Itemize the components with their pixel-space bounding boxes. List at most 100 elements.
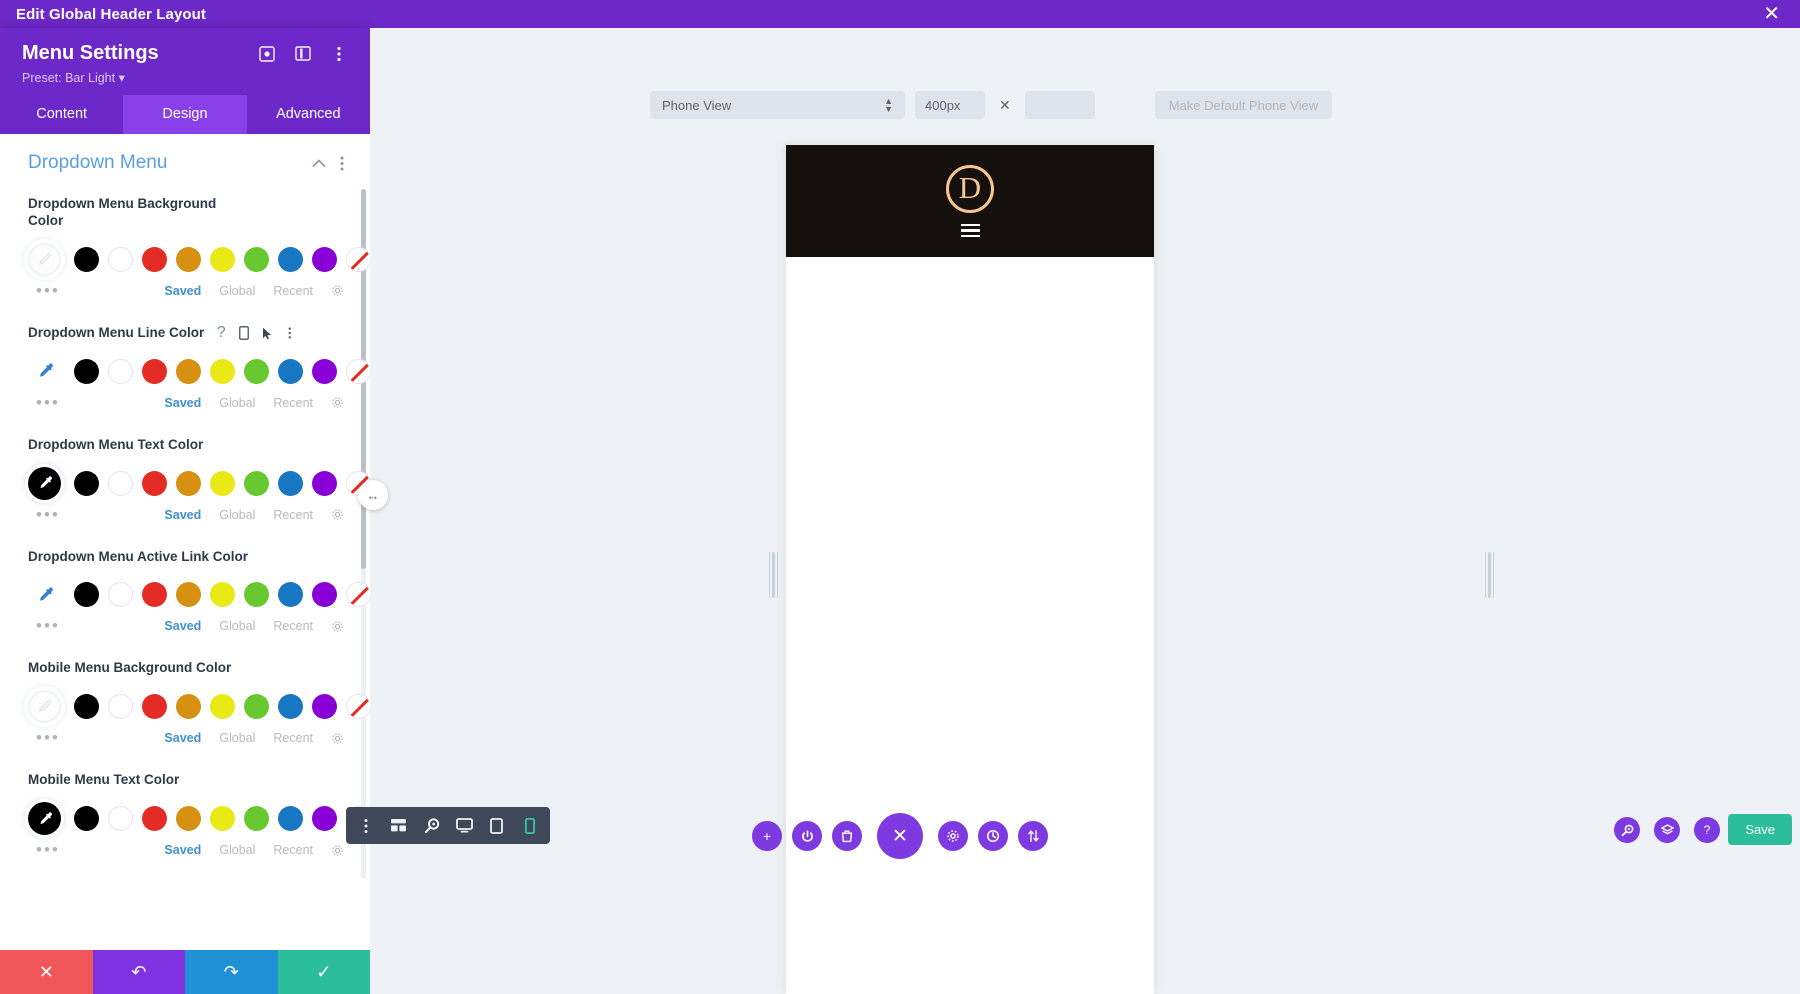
tablet-icon[interactable] bbox=[484, 813, 510, 839]
gear-icon[interactable] bbox=[331, 732, 344, 745]
swatch-green[interactable] bbox=[244, 359, 269, 384]
color-picker-button[interactable] bbox=[28, 243, 61, 276]
ellipsis-icon[interactable]: ••• bbox=[28, 398, 60, 408]
swatch-purple[interactable] bbox=[312, 247, 337, 272]
swatch-green[interactable] bbox=[244, 582, 269, 607]
swatch-red[interactable] bbox=[142, 582, 167, 607]
swatch-white[interactable] bbox=[108, 582, 133, 607]
swatch-yellow[interactable] bbox=[210, 359, 235, 384]
recent-link[interactable]: Recent bbox=[273, 508, 313, 522]
cursor-icon[interactable] bbox=[260, 326, 274, 341]
gear-icon[interactable] bbox=[331, 396, 344, 409]
close-icon[interactable]: ✕ bbox=[1763, 4, 1784, 24]
swatch-white[interactable] bbox=[108, 806, 133, 831]
saved-link[interactable]: Saved bbox=[164, 396, 201, 410]
help-icon[interactable]: ? bbox=[1694, 817, 1720, 843]
swatch-none[interactable] bbox=[346, 247, 370, 272]
swatch-black[interactable] bbox=[74, 359, 99, 384]
swatch-yellow[interactable] bbox=[210, 694, 235, 719]
viewport-drag-handle-left[interactable] bbox=[772, 552, 775, 598]
trash-icon[interactable] bbox=[832, 821, 862, 851]
ellipsis-icon[interactable]: ••• bbox=[28, 286, 60, 296]
viewport-drag-handle-right[interactable] bbox=[1488, 552, 1491, 598]
swatch-blue[interactable] bbox=[278, 359, 303, 384]
viewport-mode-select[interactable]: Phone View ▲▼ bbox=[650, 91, 905, 119]
swatch-black[interactable] bbox=[74, 806, 99, 831]
swatch-blue[interactable] bbox=[278, 247, 303, 272]
preset-selector[interactable]: Preset: Bar Light ▾ bbox=[22, 70, 348, 85]
swatch-white[interactable] bbox=[108, 471, 133, 496]
global-link[interactable]: Global bbox=[219, 396, 255, 410]
tab-design[interactable]: Design bbox=[123, 95, 246, 134]
wireframe-icon[interactable] bbox=[386, 813, 412, 839]
cancel-button[interactable]: ✕ bbox=[0, 950, 93, 994]
swatch-red[interactable] bbox=[142, 694, 167, 719]
global-link[interactable]: Global bbox=[219, 731, 255, 745]
global-link[interactable]: Global bbox=[219, 284, 255, 298]
saved-link[interactable]: Saved bbox=[164, 843, 201, 857]
swatch-none[interactable] bbox=[346, 694, 370, 719]
color-picker-button[interactable] bbox=[28, 802, 61, 835]
layout-columns-icon[interactable] bbox=[294, 45, 312, 63]
gear-icon[interactable] bbox=[331, 844, 344, 857]
swatch-green[interactable] bbox=[244, 471, 269, 496]
redo-button[interactable]: ↷ bbox=[185, 950, 278, 994]
color-picker-button[interactable] bbox=[28, 690, 61, 723]
swatch-blue[interactable] bbox=[278, 582, 303, 607]
saved-link[interactable]: Saved bbox=[164, 284, 201, 298]
swatch-red[interactable] bbox=[142, 247, 167, 272]
make-default-phone-view-button[interactable]: Make Default Phone View bbox=[1155, 91, 1332, 119]
swatch-black[interactable] bbox=[74, 694, 99, 719]
viewport-width-input[interactable]: 400px bbox=[915, 91, 985, 119]
search-icon[interactable] bbox=[1614, 817, 1640, 843]
swatch-purple[interactable] bbox=[312, 806, 337, 831]
global-link[interactable]: Global bbox=[219, 619, 255, 633]
undo-button[interactable]: ↶ bbox=[93, 950, 186, 994]
more-vertical-icon[interactable] bbox=[283, 326, 297, 341]
zoom-icon[interactable] bbox=[419, 813, 445, 839]
hamburger-icon[interactable] bbox=[961, 224, 980, 238]
global-link[interactable]: Global bbox=[219, 508, 255, 522]
phone-icon[interactable] bbox=[517, 813, 543, 839]
swatch-purple[interactable] bbox=[312, 471, 337, 496]
gear-icon[interactable] bbox=[331, 508, 344, 521]
swatch-purple[interactable] bbox=[312, 694, 337, 719]
swatch-yellow[interactable] bbox=[210, 471, 235, 496]
swatch-red[interactable] bbox=[142, 806, 167, 831]
global-link[interactable]: Global bbox=[219, 843, 255, 857]
ellipsis-icon[interactable]: ••• bbox=[28, 845, 60, 855]
swatch-orange[interactable] bbox=[176, 471, 201, 496]
more-vertical-icon[interactable] bbox=[340, 156, 344, 171]
swatch-green[interactable] bbox=[244, 806, 269, 831]
swatch-black[interactable] bbox=[74, 247, 99, 272]
power-icon[interactable] bbox=[792, 821, 822, 851]
swatch-black[interactable] bbox=[74, 471, 99, 496]
more-vertical-icon[interactable] bbox=[353, 813, 379, 839]
recent-link[interactable]: Recent bbox=[273, 843, 313, 857]
swatch-none[interactable] bbox=[346, 359, 370, 384]
history-icon[interactable] bbox=[978, 821, 1008, 851]
target-icon[interactable] bbox=[258, 45, 276, 63]
tab-content[interactable]: Content bbox=[0, 95, 123, 134]
save-button[interactable]: Save bbox=[1728, 814, 1792, 845]
mobile-icon[interactable] bbox=[237, 326, 251, 341]
swatch-yellow[interactable] bbox=[210, 582, 235, 607]
layers-icon[interactable] bbox=[1654, 817, 1680, 843]
swatch-white[interactable] bbox=[108, 247, 133, 272]
swatch-black[interactable] bbox=[74, 582, 99, 607]
chevron-up-icon[interactable] bbox=[312, 159, 326, 168]
swatch-blue[interactable] bbox=[278, 694, 303, 719]
gear-icon[interactable] bbox=[331, 284, 344, 297]
saved-link[interactable]: Saved bbox=[164, 619, 201, 633]
tab-advanced[interactable]: Advanced bbox=[247, 95, 370, 134]
saved-link[interactable]: Saved bbox=[164, 731, 201, 745]
swatch-none[interactable] bbox=[346, 582, 370, 607]
swatch-orange[interactable] bbox=[176, 694, 201, 719]
saved-link[interactable]: Saved bbox=[164, 508, 201, 522]
sort-icon[interactable] bbox=[1018, 821, 1048, 851]
close-icon[interactable]: ✕ bbox=[877, 813, 923, 859]
swatch-yellow[interactable] bbox=[210, 806, 235, 831]
panel-resize-handle[interactable]: ↔ bbox=[358, 480, 388, 510]
help-icon[interactable]: ? bbox=[214, 326, 228, 341]
recent-link[interactable]: Recent bbox=[273, 284, 313, 298]
